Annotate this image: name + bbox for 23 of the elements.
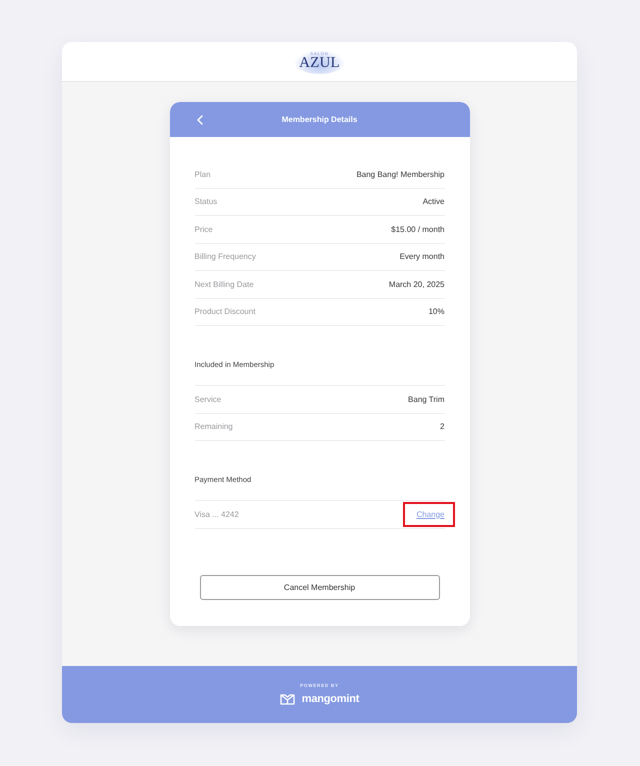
detail-value: $15.00 / month <box>391 224 444 234</box>
card-title: Membership Details <box>282 115 358 124</box>
detail-value: Active <box>422 197 444 206</box>
detail-value: Every month <box>400 252 444 262</box>
detail-label: Plan <box>194 170 211 179</box>
detail-label: Product Discount <box>194 307 256 316</box>
detail-label: Remaining <box>194 422 233 432</box>
detail-value: 10% <box>428 307 444 316</box>
detail-label: Price <box>194 224 213 234</box>
detail-label: Next Billing Date <box>194 280 254 289</box>
detail-label: Billing Frequency <box>194 252 256 262</box>
m-logo-icon <box>280 694 295 704</box>
back-icon[interactable] <box>196 114 202 124</box>
logo-wordmark: AZUL <box>299 56 340 70</box>
detail-value: 2 <box>440 422 444 432</box>
detail-label: Status <box>194 197 218 206</box>
detail-value: Bang Trim <box>408 394 444 404</box>
detail-value: March 20, 2025 <box>388 280 444 289</box>
card-number: Visa ... 4242 <box>194 510 239 519</box>
detail-value: Bang Bang! Membership <box>356 170 444 179</box>
brand-wordmark: mangomint <box>302 692 360 706</box>
detail-label: Service <box>194 394 222 404</box>
cancel-membership-button[interactable]: Cancel Membership <box>200 574 440 600</box>
